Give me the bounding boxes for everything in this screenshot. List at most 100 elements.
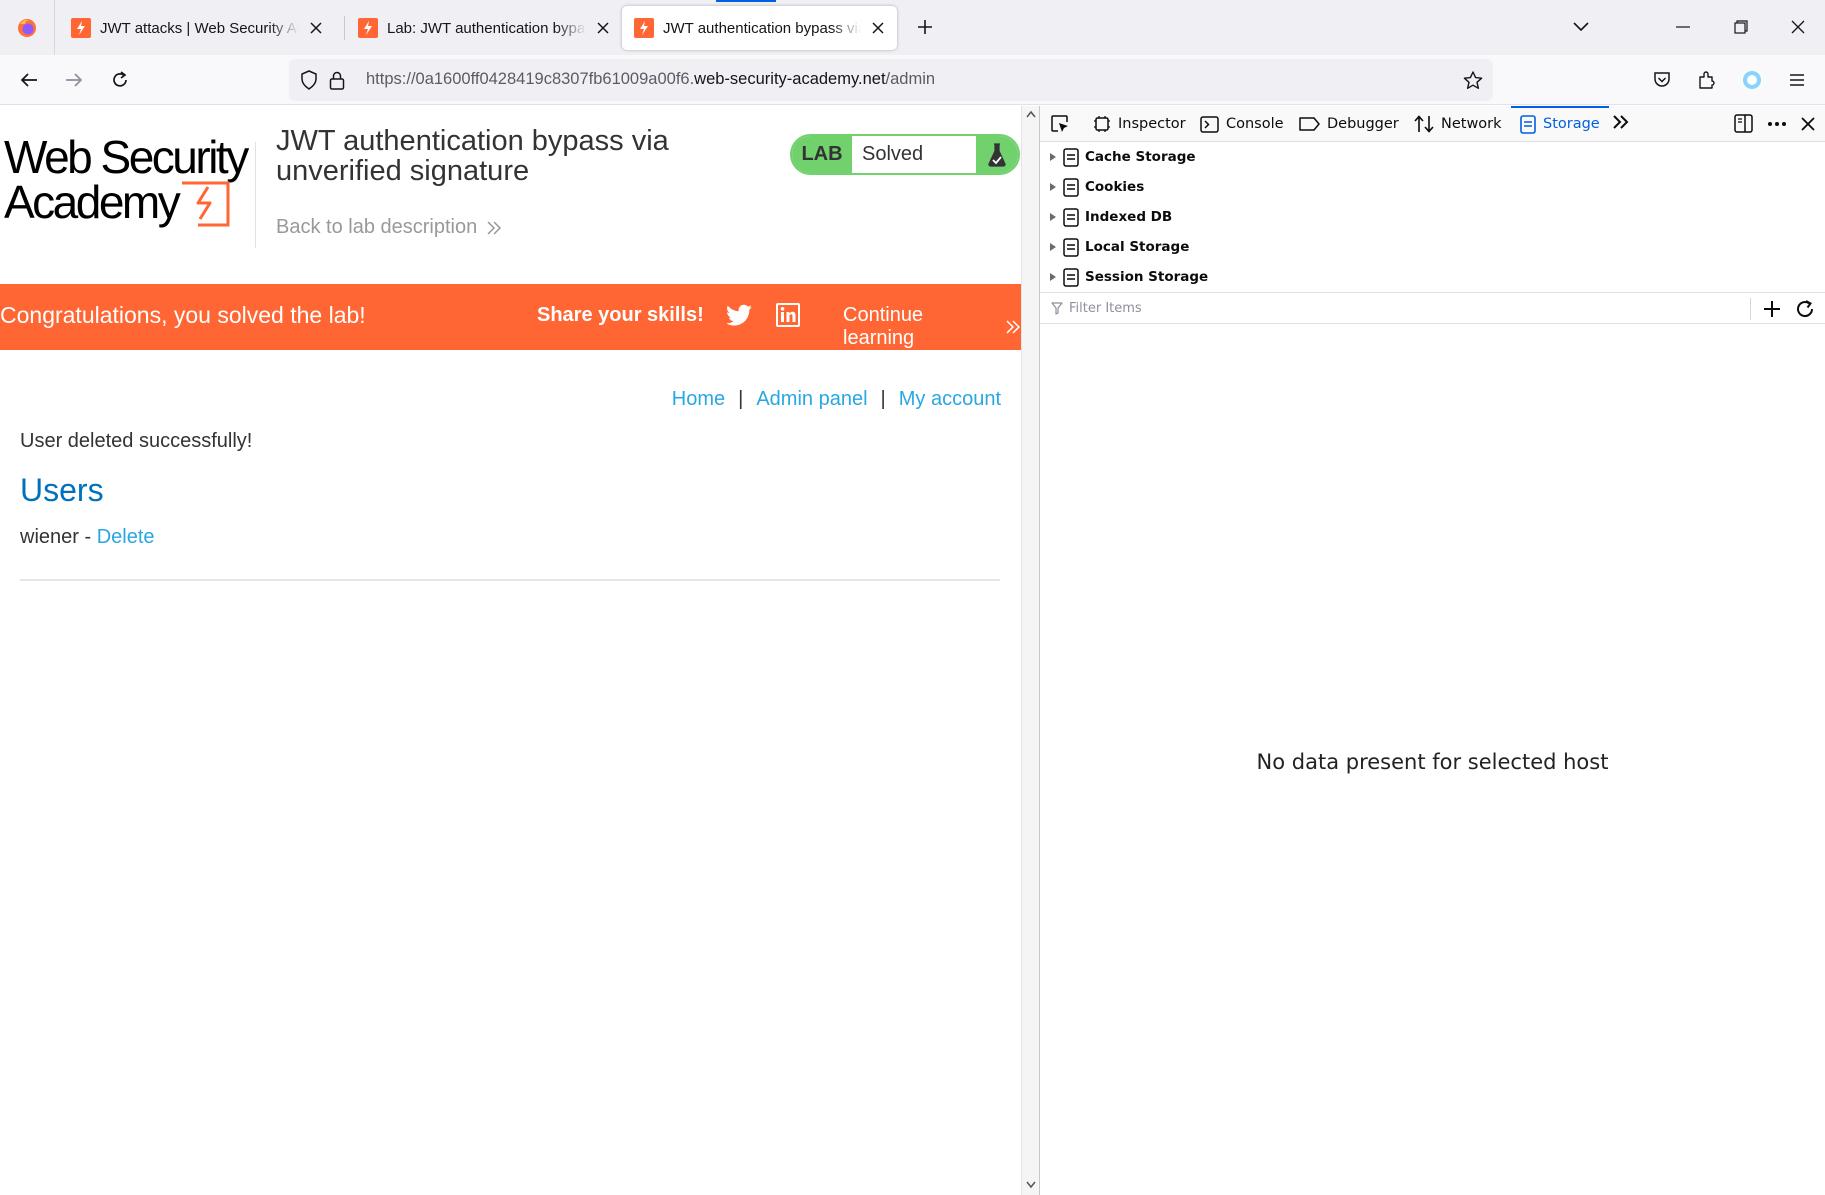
minimize-window-icon[interactable] [1670,14,1696,40]
back-to-lab-description-link[interactable]: Back to lab description [276,216,502,239]
tree-item-label: Cache Storage [1085,149,1196,165]
expand-arrow-icon[interactable] [1049,242,1059,252]
forward-icon[interactable] [61,67,87,93]
filter-funnel-icon [1051,302,1063,315]
devtools-tab-storage[interactable]: Storage [1511,106,1609,142]
close-window-icon[interactable] [1785,14,1811,40]
back-icon[interactable] [16,67,42,93]
close-tab-icon[interactable] [869,19,887,37]
devtools-tab-debugger[interactable]: Debugger [1299,106,1399,142]
share-skills-label: Share your skills! [537,304,704,326]
navigation-toolbar: https://0a1600ff0428419c8307fb61009a00f6… [0,55,1825,105]
lab-title: JWT authentication bypass via unverified… [276,125,669,187]
tab-separator [344,16,345,40]
wsa-favicon-icon [634,18,654,38]
lab-status-text: Solved [862,143,924,165]
expand-arrow-icon[interactable] [1049,212,1059,222]
pocket-icon[interactable] [1649,67,1675,93]
svg-text:Academy: Academy [4,176,181,228]
devtools-toolbar: Inspector Console Debugger Network Stora… [1040,106,1825,142]
users-heading: Users [20,472,104,508]
url-bar[interactable]: https://0a1600ff0428419c8307fb61009a00f6… [289,59,1493,101]
dock-side-icon[interactable] [1734,114,1753,133]
page-scrollbar[interactable] [1021,106,1039,1195]
tracking-protection-shield-icon[interactable] [297,68,321,92]
tree-item-local-storage[interactable]: Local Storage [1040,232,1825,262]
devtools-tab-network[interactable]: Network [1414,106,1502,142]
close-tab-icon[interactable] [307,19,325,37]
scroll-down-icon[interactable] [1026,1181,1036,1189]
devtools-tab-label: Storage [1543,116,1600,132]
expand-arrow-icon[interactable] [1049,182,1059,192]
tab-title: JWT authentication bypass via unverified… [663,19,861,37]
tab-lab-active[interactable]: JWT authentication bypass via unverified… [622,6,897,50]
username: wiener [20,526,79,548]
tab-title: Lab: JWT authentication bypass via unver… [387,19,586,37]
back-link-label: Back to lab description [276,216,478,238]
lock-icon[interactable] [325,68,349,92]
user-row: wiener - Delete [20,526,155,549]
extensions-puzzle-icon[interactable] [1694,67,1720,93]
devtools-options-icon[interactable] [1767,116,1787,132]
storage-tree: Cache Storage Cookies Indexed DB Local S… [1040,142,1825,292]
add-item-icon[interactable] [1762,299,1782,319]
tree-item-cookies[interactable]: Cookies [1040,172,1825,202]
tree-item-cache-storage[interactable]: Cache Storage [1040,142,1825,172]
tree-item-label: Cookies [1085,179,1145,195]
wsa-favicon-icon [358,18,378,38]
devtools-tab-label: Inspector [1118,116,1186,132]
home-link[interactable]: Home [672,388,725,411]
storage-icon [1063,207,1079,227]
storage-icon [1063,267,1079,287]
tree-item-indexed-db[interactable]: Indexed DB [1040,202,1825,232]
header-divider [255,142,256,248]
storage-icon [1063,237,1079,257]
web-security-academy-logo[interactable]: Web Security Academy [4,131,254,231]
my-account-link[interactable]: My account [899,388,1001,411]
linkedin-icon[interactable] [776,303,800,327]
bookmark-star-icon[interactable] [1461,68,1485,92]
list-all-tabs-icon[interactable] [1568,14,1594,40]
admin-panel-link[interactable]: Admin panel [756,388,867,411]
close-devtools-icon[interactable] [1800,116,1816,132]
reload-icon[interactable] [107,67,133,93]
continue-learning-link[interactable]: Continue learning [843,304,1021,350]
network-icon [1414,115,1434,133]
url-host: web-security-academy.net [694,70,886,88]
tab-strip-accent [716,0,776,2]
web-page: Web Security Academy JWT authentication … [0,106,1021,1195]
app-menu-icon[interactable] [1784,67,1810,93]
storage-icon [1520,114,1536,134]
top-navigation: Home | Admin panel | My account [672,388,1001,411]
firefox-menu-icon[interactable] [0,0,55,55]
filter-items-input[interactable]: Filter Items [1069,301,1142,316]
nav-separator: | [880,388,886,410]
devtools-panel: Inspector Console Debugger Network Stora… [1040,106,1825,1195]
double-chevron-right-icon [1006,320,1021,334]
devtools-tab-console[interactable]: Console [1200,106,1284,142]
refresh-items-icon[interactable] [1795,299,1815,319]
user-row-dash: - [78,526,97,548]
tab-jwt-attacks[interactable]: JWT attacks | Web Security Academy [59,6,335,50]
tab-title: JWT attacks | Web Security Academy [100,19,299,37]
more-tools-chevron-icon[interactable] [1612,114,1630,130]
expand-arrow-icon[interactable] [1049,272,1059,282]
scroll-up-icon[interactable] [1026,110,1036,118]
element-picker-icon[interactable] [1050,114,1070,134]
tree-item-session-storage[interactable]: Session Storage [1040,262,1825,292]
flask-icon [976,136,1018,173]
close-tab-icon[interactable] [594,19,612,37]
congratulations-text: Congratulations, you solved the lab! [0,302,366,328]
account-avatar-icon[interactable] [1739,67,1765,93]
restore-window-icon[interactable] [1728,14,1754,40]
storage-filter-bar: Filter Items [1040,292,1825,324]
new-tab-icon[interactable] [912,14,938,40]
delete-user-link[interactable]: Delete [97,526,155,548]
tab-strip: JWT attacks | Web Security Academy Lab: … [0,0,1825,55]
debugger-icon [1299,116,1320,132]
twitter-icon[interactable] [727,303,753,327]
expand-arrow-icon[interactable] [1049,152,1059,162]
url-text[interactable]: https://0a1600ff0428419c8307fb61009a00f6… [366,70,935,89]
tab-lab-description[interactable]: Lab: JWT authentication bypass via unver… [346,6,622,50]
devtools-tab-inspector[interactable]: Inspector [1093,106,1186,142]
